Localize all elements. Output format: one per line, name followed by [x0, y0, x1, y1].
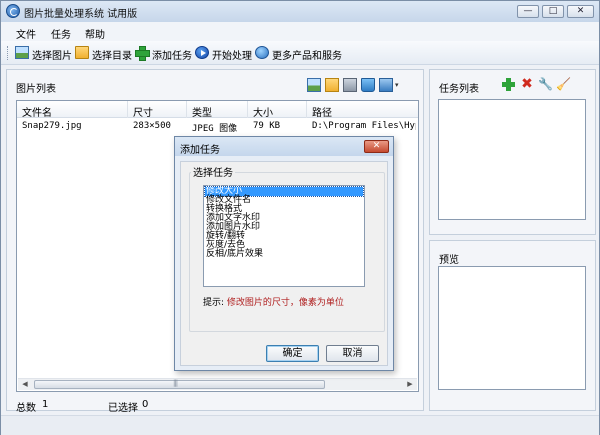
hint-value: 修改图片的尺寸，像素为单位: [226, 298, 344, 308]
column-size-label: 大小: [253, 108, 273, 119]
column-path-label: 路径: [312, 108, 332, 119]
minimize-button[interactable]: —: [517, 5, 539, 18]
start-process-label: 开始处理: [212, 51, 252, 62]
clear-list-icon[interactable]: [361, 78, 375, 92]
globe-icon: [255, 46, 269, 59]
selected-value: 0: [142, 399, 149, 410]
maximize-icon: □: [548, 6, 558, 16]
cell-path: D:\Program Files\HyperSn: [312, 121, 416, 131]
group-label: 选择任务: [191, 164, 235, 179]
image-icon: [15, 46, 29, 59]
cell-name: Snap279.jpg: [22, 121, 82, 131]
menu-file[interactable]: 文件: [16, 26, 36, 41]
more-products-label: 更多产品和服务: [272, 51, 342, 62]
cancel-button[interactable]: 取消: [326, 345, 379, 362]
scroll-left-arrow-icon[interactable]: ◀: [19, 379, 31, 390]
menu-bar: 文件 任务 帮助: [1, 22, 599, 41]
preview-box: [438, 266, 586, 390]
broom-clear-icon[interactable]: 🧹: [556, 78, 571, 92]
window-title: 图片批量处理系统 试用版: [24, 9, 138, 20]
app-logo-icon: [6, 4, 20, 18]
start-process-button[interactable]: 开始处理: [195, 44, 252, 62]
image-list-toolbar: ▾: [303, 78, 407, 94]
scrollbar-thumb[interactable]: [34, 379, 325, 389]
total-value: 1: [42, 399, 49, 410]
table-row[interactable]: Snap279.jpg 283×500 JPEG 图像 79 KB D:\Pro…: [17, 120, 418, 134]
hint-label: 提示:: [203, 298, 225, 308]
hint-text: 提示: 修改图片的尺寸，像素为单位: [203, 295, 344, 308]
image-list-header: 文件名 尺寸 类型 大小 路径: [17, 101, 418, 119]
column-header-name[interactable]: 文件名: [17, 101, 128, 119]
add-task-button[interactable]: 添加任务: [135, 44, 192, 62]
toolbar-grip[interactable]: [7, 46, 10, 60]
dialog-close-button[interactable]: ✕: [364, 140, 389, 153]
add-image-icon[interactable]: [307, 78, 321, 92]
remove-image-icon[interactable]: [343, 78, 357, 92]
selected-label: 已选择: [108, 403, 138, 414]
add-folder-icon[interactable]: [325, 78, 339, 92]
column-header-path[interactable]: 路径: [307, 101, 418, 119]
ok-button[interactable]: 确定: [266, 345, 319, 362]
more-products-button[interactable]: 更多产品和服务: [255, 44, 342, 62]
dialog-title: 添加任务: [180, 145, 220, 156]
close-button[interactable]: ✕: [567, 5, 594, 18]
column-name-label: 文件名: [22, 108, 52, 119]
add-task-label: 添加任务: [152, 51, 192, 62]
dialog-title-bar[interactable]: 添加任务 ✕: [175, 137, 393, 156]
cell-type: JPEG 图像: [192, 124, 238, 134]
select-folder-label: 选择目录: [92, 51, 132, 62]
close-icon: ✕: [576, 6, 585, 16]
task-options-list[interactable]: 修改大小 修改文件名 转换格式 添加文字水印 添加图片水印 旋转/翻转 灰度/去…: [203, 185, 365, 287]
wrench-settings-icon[interactable]: 🔧: [538, 78, 553, 92]
bottom-strip: [1, 415, 599, 435]
select-folder-button[interactable]: 选择目录: [75, 44, 132, 62]
menu-help[interactable]: 帮助: [85, 26, 105, 41]
task-list-title: 任务列表: [439, 84, 479, 95]
column-type-label: 类型: [192, 108, 212, 119]
image-list-title: 图片列表: [16, 84, 56, 95]
close-icon: ✕: [372, 141, 381, 151]
main-toolbar: 选择图片 选择目录 添加任务 开始处理 更多产品和服务: [1, 41, 599, 65]
cell-size: 79 KB: [253, 121, 281, 131]
add-task-plus-icon[interactable]: [502, 78, 516, 92]
cell-dimensions: 283×500: [133, 121, 171, 131]
total-label: 总数: [16, 403, 36, 414]
column-dimensions-label: 尺寸: [133, 108, 153, 119]
column-header-type[interactable]: 类型: [187, 101, 248, 119]
view-dropdown-chevron-icon[interactable]: ▾: [395, 78, 403, 92]
horizontal-scrollbar[interactable]: ◀ ▶: [18, 378, 417, 390]
folder-icon: [75, 46, 89, 59]
menu-task[interactable]: 任务: [51, 26, 71, 41]
maximize-button[interactable]: □: [542, 5, 564, 18]
column-header-dimensions[interactable]: 尺寸: [128, 101, 187, 119]
task-list-box[interactable]: [438, 99, 586, 220]
preview-title: 预览: [439, 255, 459, 266]
select-images-button[interactable]: 选择图片: [15, 44, 72, 62]
delete-task-icon[interactable]: ✖: [520, 77, 534, 92]
list-item[interactable]: 反相/底片效果: [205, 250, 363, 259]
play-icon: [195, 46, 209, 59]
title-bar[interactable]: 图片批量处理系统 试用版 — □ ✕: [1, 1, 599, 22]
view-mode-icon[interactable]: [379, 78, 393, 92]
column-header-size[interactable]: 大小: [248, 101, 307, 119]
scroll-right-arrow-icon[interactable]: ▶: [404, 379, 416, 390]
plus-icon: [135, 46, 150, 61]
minimize-icon: —: [523, 6, 533, 16]
task-list-toolbar: ✖ 🔧 🧹: [500, 77, 575, 94]
select-images-label: 选择图片: [32, 51, 72, 62]
